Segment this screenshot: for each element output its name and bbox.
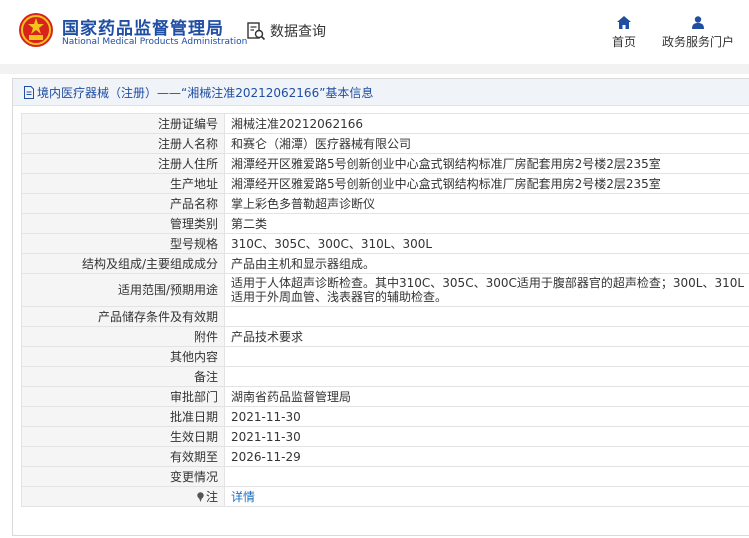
info-panel: 境内医疗器械（注册）——“湘械注准20212062166”基本信息 注册证编号湘…	[12, 78, 749, 536]
nav-service-label: 政务服务门户	[661, 35, 734, 49]
details-link[interactable]: 详情	[231, 490, 255, 504]
field-value: 掌上彩色多普勒超声诊断仪	[224, 193, 749, 214]
field-value: 第二类	[224, 213, 749, 234]
table-row: 批准日期 2021-11-30	[21, 406, 749, 427]
table-row: 适用范围/预期用途 适用于人体超声诊断检查。其中310C、305C、300C适用于…	[21, 273, 749, 307]
field-value	[224, 346, 749, 367]
field-label: 产品名称	[21, 193, 225, 214]
field-value: 2021-11-30	[224, 406, 749, 427]
table-row: 产品名称 掌上彩色多普勒超声诊断仪	[21, 193, 749, 214]
table-row: 结构及组成/主要组成成分 产品由主机和显示器组成。	[21, 253, 749, 274]
field-value: 湘潭经开区雅爱路5号创新创业中心盒式钢结构标准厂房配套用房2号楼2层235室	[224, 153, 749, 174]
nav-home[interactable]: 首页	[608, 16, 640, 50]
field-label: 结构及组成/主要组成成分	[21, 253, 225, 274]
field-label: 注	[205, 489, 218, 504]
field-value: 产品由主机和显示器组成。	[224, 253, 749, 274]
field-label: 注册人名称	[21, 133, 225, 154]
note-value-cell: 详情	[224, 486, 749, 507]
table-row: 管理类别 第二类	[21, 213, 749, 234]
field-value: 湘械注准20212062166	[224, 113, 749, 134]
field-label: 生效日期	[21, 426, 225, 447]
info-table: 注册证编号 湘械注准20212062166 注册人名称 和赛仑（湘潭）医疗器械有限公…	[21, 113, 749, 507]
national-emblem-logo[interactable]	[18, 12, 54, 48]
note-label-cell: 注	[21, 486, 225, 507]
document-icon	[24, 85, 34, 99]
field-value: 湘潭经开区雅爱路5号创新创业中心盒式钢结构标准厂房配套用房2号楼2层235室	[224, 173, 749, 194]
field-value: 2021-11-30	[224, 426, 749, 447]
data-query-label: 数据查询	[270, 24, 326, 40]
user-icon	[692, 16, 704, 29]
field-label: 备注	[21, 366, 225, 387]
site-title[interactable]: 国家药品监督管理局	[62, 14, 224, 39]
table-row: 审批部门 湖南省药品监督管理局	[21, 386, 749, 407]
field-value: 产品技术要求	[224, 326, 749, 347]
site-header: 国家药品监督管理局 National Medical Products Admi…	[0, 0, 749, 64]
field-label: 生产地址	[21, 173, 225, 194]
field-label: 有效期至	[21, 446, 225, 467]
table-row: 其他内容	[21, 346, 749, 367]
table-row: 产品储存条件及有效期	[21, 306, 749, 327]
table-row: 附件 产品技术要求	[21, 326, 749, 347]
field-value: 310C、305C、300C、310L、300L	[224, 233, 749, 254]
document-search-icon	[247, 22, 266, 41]
site-subtitle: National Medical Products Administration	[62, 37, 248, 47]
nav-service-portal[interactable]: 政务服务门户	[656, 16, 740, 50]
table-row: 备注	[21, 366, 749, 387]
field-label: 审批部门	[21, 386, 225, 407]
table-row: 注册人名称 和赛仑（湘潭）医疗器械有限公司	[21, 133, 749, 154]
field-label: 适用范围/预期用途	[21, 273, 225, 307]
field-value: 2026-11-29	[224, 446, 749, 467]
data-query-link[interactable]: 数据查询	[246, 20, 326, 42]
table-row: 有效期至 2026-11-29	[21, 446, 749, 467]
panel-title-text: 境内医疗器械（注册）——“湘械注准20212062166”基本信息	[37, 85, 374, 100]
field-label: 变更情况	[21, 466, 225, 487]
table-row: 生产地址 湘潭经开区雅爱路5号创新创业中心盒式钢结构标准厂房配套用房2号楼2层23…	[21, 173, 749, 194]
field-label: 注册证编号	[21, 113, 225, 134]
table-row: 注 详情	[21, 486, 749, 507]
home-icon	[617, 16, 631, 29]
field-label: 产品储存条件及有效期	[21, 306, 225, 327]
table-row: 注册人住所 湘潭经开区雅爱路5号创新创业中心盒式钢结构标准厂房配套用房2号楼2层2…	[21, 153, 749, 174]
field-value	[224, 366, 749, 387]
field-label: 其他内容	[21, 346, 225, 367]
table-row: 变更情况	[21, 466, 749, 487]
panel-title: 境内医疗器械（注册）——“湘械注准20212062166”基本信息	[13, 79, 749, 106]
field-label: 注册人住所	[21, 153, 225, 174]
field-label: 附件	[21, 326, 225, 347]
pin-icon	[197, 491, 204, 502]
field-value: 适用于人体超声诊断检查。其中310C、305C、300C适用于腹部器官的超声检查…	[224, 273, 749, 307]
table-row: 注册证编号 湘械注准20212062166	[21, 113, 749, 134]
field-label: 批准日期	[21, 406, 225, 427]
field-value	[224, 466, 749, 487]
field-value: 和赛仑（湘潭）医疗器械有限公司	[224, 133, 749, 154]
nav-home-label: 首页	[611, 35, 636, 49]
table-row: 生效日期 2021-11-30	[21, 426, 749, 447]
field-value	[224, 306, 749, 327]
field-label: 型号规格	[21, 233, 225, 254]
header-divider	[0, 64, 749, 74]
table-row: 型号规格 310C、305C、300C、310L、300L	[21, 233, 749, 254]
field-label: 管理类别	[21, 213, 225, 234]
field-value: 湖南省药品监督管理局	[224, 386, 749, 407]
